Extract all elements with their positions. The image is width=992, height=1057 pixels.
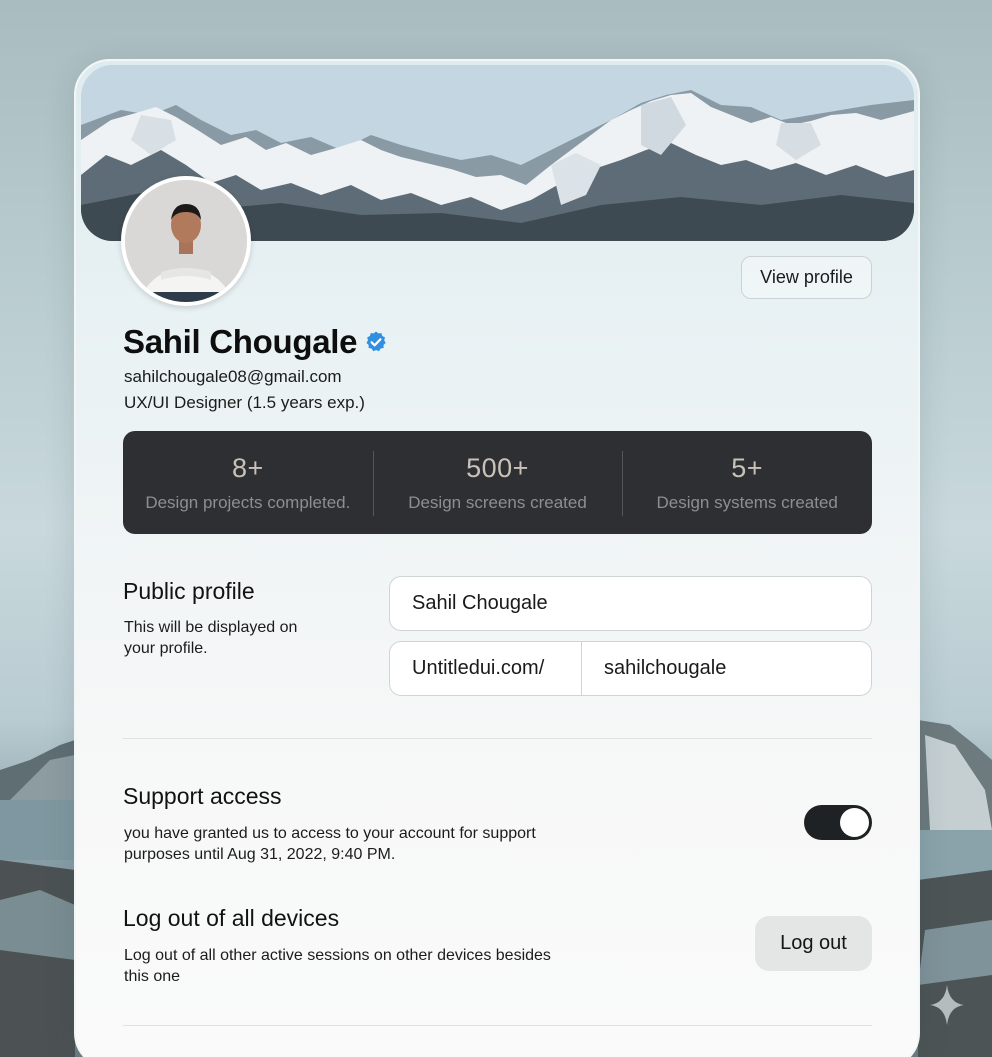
support-access-title: Support access: [123, 783, 282, 809]
stat-projects: 8+ Design projects completed.: [123, 431, 373, 534]
view-profile-button[interactable]: View profile: [741, 256, 872, 299]
stat-label: Design systems created: [656, 492, 838, 512]
public-profile-title: Public profile: [123, 578, 255, 604]
stats-panel: 8+ Design projects completed. 500+ Desig…: [123, 431, 872, 534]
profile-email: sahilchougale08@gmail.com: [124, 367, 342, 386]
logout-all-title: Log out of all devices: [123, 905, 340, 931]
support-access-description-line2: purposes until Aug 31, 2022, 9:40 PM.: [124, 846, 396, 863]
toggle-knob: [840, 808, 869, 837]
stat-value: 500+: [466, 452, 529, 483]
sparkle-icon: [930, 985, 964, 1025]
logout-button[interactable]: Log out: [755, 916, 872, 971]
profile-name: Sahil Chougale: [123, 323, 358, 360]
public-profile-description-line1: This will be displayed on: [124, 619, 298, 636]
divider: [123, 738, 872, 739]
stat-systems: 5+ Design systems created: [622, 431, 872, 534]
username-input[interactable]: sahilchougale: [582, 642, 871, 695]
profile-card: View profile Sahil Chougale sahilchougal…: [74, 59, 920, 1057]
support-access-toggle[interactable]: [804, 805, 872, 840]
logout-all-description-line2: this one: [124, 968, 181, 985]
display-name-input[interactable]: Sahil Chougale: [389, 576, 872, 631]
stat-value: 5+: [731, 452, 764, 483]
profile-url-field: Untitledui.com/ sahilchougale: [389, 641, 872, 696]
stat-value: 8+: [231, 452, 264, 483]
stat-label: Design projects completed.: [145, 492, 351, 512]
stat-label: Design screens created: [408, 492, 587, 512]
verified-badge-icon: [366, 331, 386, 352]
public-profile-description-line2: your profile.: [124, 640, 208, 657]
url-prefix: Untitledui.com/: [390, 642, 582, 695]
stat-screens: 500+ Design screens created: [372, 431, 623, 534]
name-row: Sahil Chougale: [123, 323, 388, 361]
logout-all-description-line1: Log out of all other active sessions on …: [124, 947, 551, 964]
divider: [123, 1025, 872, 1026]
profile-role: UX/UI Designer (1.5 years exp.): [124, 393, 365, 412]
avatar: [121, 176, 251, 306]
support-access-description-line1: you have granted us to access to your ac…: [124, 825, 536, 842]
